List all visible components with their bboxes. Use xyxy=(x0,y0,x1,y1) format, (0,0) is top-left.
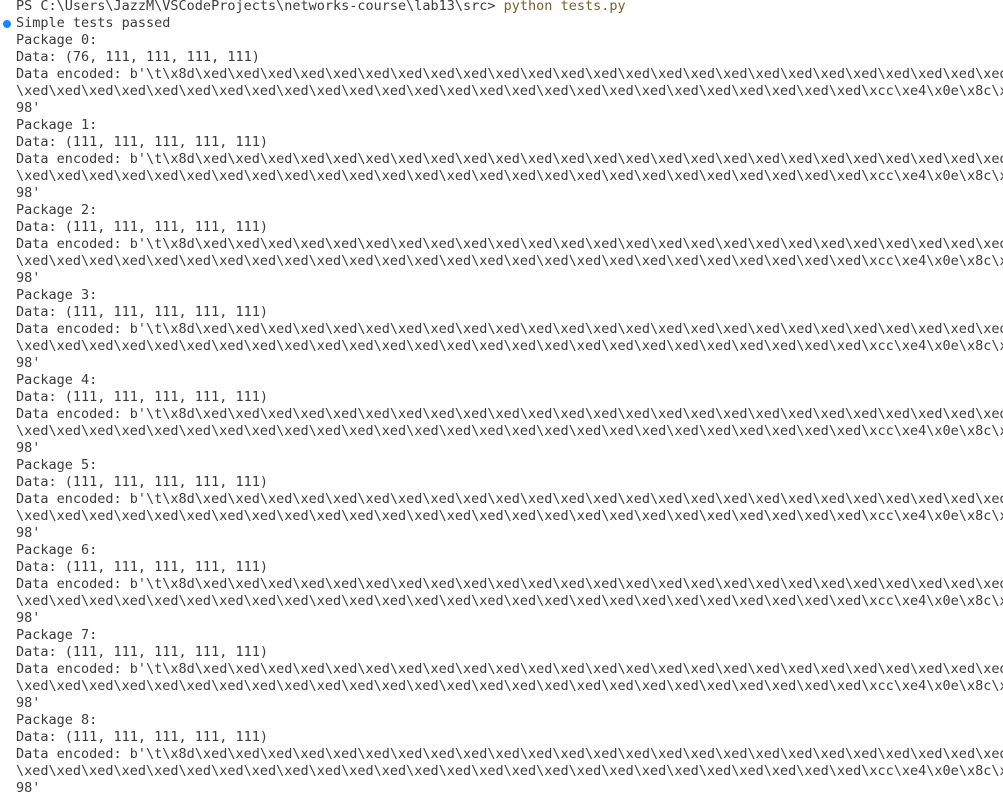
package-header: Package 8: xyxy=(16,712,98,728)
package-encoded-line: Data encoded: b'\t\x8d\xed\xed\xed\xed\x… xyxy=(16,321,1003,337)
package-data: Data: (111, 111, 111, 111, 111) xyxy=(16,304,268,320)
package-encoded-line: Data encoded: b'\t\x8d\xed\xed\xed\xed\x… xyxy=(16,66,1003,82)
package-block: Package 8: Data: (111, 111, 111, 111, 111… xyxy=(0,712,1003,797)
package-encoded-line: Data encoded: b'\t\x8d\xed\xed\xed\xed\x… xyxy=(16,236,1003,252)
package-encoded-line: \xed\xed\xed\xed\xed\xed\xed\xed\xed\xed… xyxy=(16,593,1003,609)
package-data: Data: (111, 111, 111, 111, 111) xyxy=(16,644,268,660)
package-encoded-line: \xed\xed\xed\xed\xed\xed\xed\xed\xed\xed… xyxy=(16,168,1003,184)
package-header: Package 6: xyxy=(16,542,98,558)
package-header: Package 1: xyxy=(16,117,98,133)
package-encoded-line: \xed\xed\xed\xed\xed\xed\xed\xed\xed\xed… xyxy=(16,338,1003,354)
package-encoded-line: 98' xyxy=(16,270,41,286)
package-block: Package 2: Data: (111, 111, 111, 111, 111… xyxy=(0,202,1003,287)
package-encoded-line: Data encoded: b'\t\x8d\xed\xed\xed\xed\x… xyxy=(16,406,1003,422)
package-encoded-line: 98' xyxy=(16,185,41,201)
package-header: Package 3: xyxy=(16,287,98,303)
package-data: Data: (111, 111, 111, 111, 111) xyxy=(16,474,268,490)
command-success-marker-icon[interactable] xyxy=(3,20,11,28)
status-line: Simple tests passed xyxy=(0,15,1003,32)
package-encoded-line: \xed\xed\xed\xed\xed\xed\xed\xed\xed\xed… xyxy=(16,508,1003,524)
package-encoded-line: Data encoded: b'\t\x8d\xed\xed\xed\xed\x… xyxy=(16,661,1003,677)
package-encoded-line: Data encoded: b'\t\x8d\xed\xed\xed\xed\x… xyxy=(16,491,1003,507)
package-data: Data: (111, 111, 111, 111, 111) xyxy=(16,219,268,235)
package-list: Package 0: Data: (76, 111, 111, 111, 111)… xyxy=(0,32,1003,797)
package-encoded-line: 98' xyxy=(16,695,41,711)
package-block: Package 3: Data: (111, 111, 111, 111, 111… xyxy=(0,287,1003,372)
package-block: Package 5: Data: (111, 111, 111, 111, 111… xyxy=(0,457,1003,542)
package-header: Package 2: xyxy=(16,202,98,218)
prompt-line: PS C:\Users\JazzM\VSCodeProjects\network… xyxy=(0,0,1003,15)
package-encoded-line: Data encoded: b'\t\x8d\xed\xed\xed\xed\x… xyxy=(16,576,1003,592)
package-encoded-line: 98' xyxy=(16,780,41,796)
package-encoded-line: 98' xyxy=(16,525,41,541)
package-block: Package 0: Data: (76, 111, 111, 111, 111)… xyxy=(0,32,1003,117)
package-encoded-line: \xed\xed\xed\xed\xed\xed\xed\xed\xed\xed… xyxy=(16,83,1003,99)
package-encoded-line: Data encoded: b'\t\x8d\xed\xed\xed\xed\x… xyxy=(16,746,1003,762)
package-block: Package 7: Data: (111, 111, 111, 111, 111… xyxy=(0,627,1003,712)
package-encoded-line: \xed\xed\xed\xed\xed\xed\xed\xed\xed\xed… xyxy=(16,678,1003,694)
package-data: Data: (111, 111, 111, 111, 111) xyxy=(16,729,268,745)
package-encoded-line: \xed\xed\xed\xed\xed\xed\xed\xed\xed\xed… xyxy=(16,423,1003,439)
command-text: python tests.py xyxy=(503,0,626,14)
prompt-path: PS C:\Users\JazzM\VSCodeProjects\network… xyxy=(16,0,504,14)
package-encoded-line: 98' xyxy=(16,440,41,456)
package-header: Package 4: xyxy=(16,372,98,388)
package-data: Data: (111, 111, 111, 111, 111) xyxy=(16,559,268,575)
package-encoded-line: 98' xyxy=(16,610,41,626)
package-block: Package 1: Data: (111, 111, 111, 111, 111… xyxy=(0,117,1003,202)
package-encoded-line: \xed\xed\xed\xed\xed\xed\xed\xed\xed\xed… xyxy=(16,253,1003,269)
package-block: Package 4: Data: (111, 111, 111, 111, 111… xyxy=(0,372,1003,457)
package-encoded-line: 98' xyxy=(16,100,41,116)
package-header: Package 5: xyxy=(16,457,98,473)
package-data: Data: (111, 111, 111, 111, 111) xyxy=(16,389,268,405)
status-text: Simple tests passed xyxy=(16,15,171,31)
package-data: Data: (76, 111, 111, 111, 111) xyxy=(16,49,260,65)
terminal-output[interactable]: PS C:\Users\JazzM\VSCodeProjects\network… xyxy=(0,0,1003,800)
package-encoded-line: \xed\xed\xed\xed\xed\xed\xed\xed\xed\xed… xyxy=(16,763,1003,779)
package-header: Package 7: xyxy=(16,627,98,643)
package-header: Package 0: xyxy=(16,32,98,48)
package-encoded-line: 98' xyxy=(16,355,41,371)
package-data: Data: (111, 111, 111, 111, 111) xyxy=(16,134,268,150)
package-encoded-line: Data encoded: b'\t\x8d\xed\xed\xed\xed\x… xyxy=(16,151,1003,167)
package-block: Package 6: Data: (111, 111, 111, 111, 111… xyxy=(0,542,1003,627)
